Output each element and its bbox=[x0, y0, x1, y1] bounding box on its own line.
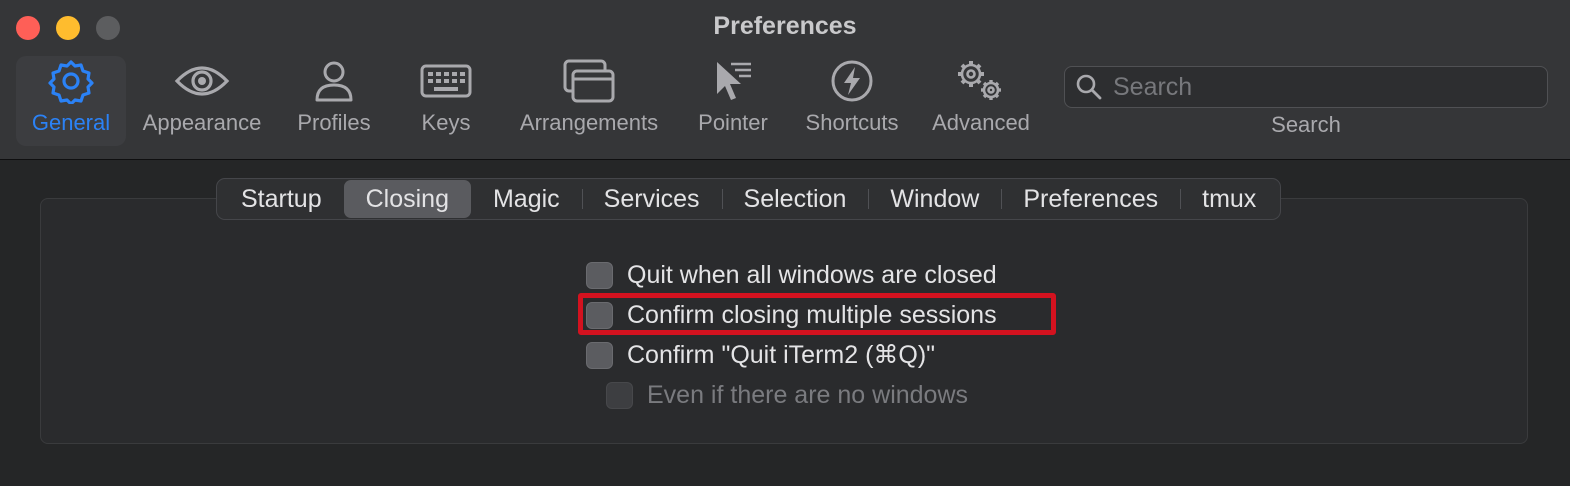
window-title: Preferences bbox=[713, 12, 857, 40]
even-if-no-windows-checkbox bbox=[606, 381, 633, 409]
gears-icon bbox=[953, 56, 1009, 106]
toolbar-item-shortcuts[interactable]: Shortcuts bbox=[800, 56, 904, 146]
confirm-closing-multiple-checkbox[interactable] bbox=[586, 301, 613, 329]
lightning-icon bbox=[824, 56, 880, 106]
option-label: Confirm closing multiple sessions bbox=[627, 300, 997, 329]
option-label: Even if there are no windows bbox=[647, 380, 969, 409]
option-even-if-no-windows: Even if there are no windows bbox=[606, 375, 997, 415]
option-quit-when-all-closed[interactable]: Quit when all windows are closed bbox=[586, 255, 997, 295]
toolbar-item-pointer[interactable]: Pointer bbox=[692, 56, 774, 146]
quit-when-all-closed-checkbox[interactable] bbox=[586, 261, 613, 289]
toolbar-item-label: Profiles bbox=[297, 110, 371, 135]
tab-preferences[interactable]: Preferences bbox=[1001, 180, 1180, 218]
toolbar-item-label: Shortcuts bbox=[805, 110, 899, 135]
tab-closing[interactable]: Closing bbox=[343, 180, 471, 218]
preferences-window: Preferences General Appearance Profiles … bbox=[0, 0, 1570, 486]
tab-tmux[interactable]: tmux bbox=[1180, 180, 1278, 218]
toolbar-item-general[interactable]: General bbox=[16, 56, 126, 146]
option-confirm-closing-multiple[interactable]: Confirm closing multiple sessions bbox=[586, 295, 997, 335]
closing-options: Quit when all windows are closed Confirm… bbox=[586, 255, 997, 415]
tab-bar: Startup Closing Magic Services Selection… bbox=[216, 178, 1282, 220]
toolbar-item-keys[interactable]: Keys bbox=[410, 56, 482, 146]
eye-icon bbox=[174, 56, 230, 106]
search-caption: Search bbox=[1271, 112, 1341, 137]
option-confirm-quit[interactable]: Confirm "Quit iTerm2 (⌘Q)" bbox=[586, 335, 997, 375]
toolbar-item-arrangements[interactable]: Arrangements bbox=[514, 56, 664, 146]
toolbar-item-label: Keys bbox=[421, 110, 471, 135]
keyboard-icon bbox=[418, 56, 474, 106]
tab-window[interactable]: Window bbox=[868, 180, 1001, 218]
toolbar-item-label: Advanced bbox=[932, 110, 1030, 135]
search-icon bbox=[1065, 66, 1113, 108]
toolbar-item-label: Pointer bbox=[698, 110, 768, 135]
tab-selection[interactable]: Selection bbox=[721, 180, 869, 218]
pointer-icon bbox=[705, 56, 761, 106]
option-label: Confirm "Quit iTerm2 (⌘Q)" bbox=[627, 341, 936, 369]
confirm-quit-checkbox[interactable] bbox=[586, 341, 613, 369]
toolbar-item-advanced[interactable]: Advanced bbox=[928, 56, 1034, 146]
tab-magic[interactable]: Magic bbox=[471, 180, 582, 218]
person-icon bbox=[306, 56, 362, 106]
windows-icon bbox=[561, 56, 617, 106]
search-field[interactable] bbox=[1064, 66, 1548, 108]
toolbar-item-label: General bbox=[31, 110, 111, 135]
toolbar-item-label: Arrangements bbox=[519, 110, 659, 135]
gear-icon bbox=[43, 56, 99, 106]
toolbar-item-label: Appearance bbox=[142, 110, 262, 135]
toolbar-item-profiles[interactable]: Profiles bbox=[290, 56, 378, 146]
toolbar-item-appearance[interactable]: Appearance bbox=[140, 56, 264, 146]
tab-services[interactable]: Services bbox=[581, 180, 722, 218]
tab-startup[interactable]: Startup bbox=[219, 180, 344, 218]
title-bar: Preferences General Appearance Profiles … bbox=[0, 0, 1570, 160]
search-input[interactable] bbox=[1113, 67, 1547, 107]
option-label: Quit when all windows are closed bbox=[627, 260, 997, 289]
